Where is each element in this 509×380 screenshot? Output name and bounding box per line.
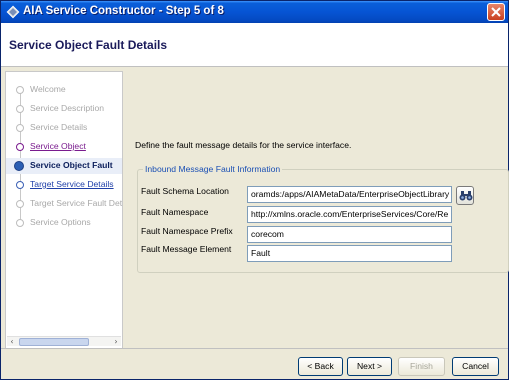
fault-namespace-prefix-field[interactable]: corecom — [247, 226, 452, 243]
scroll-left-icon[interactable]: ‹ — [7, 337, 17, 347]
step-item-target-service-details[interactable]: Target Service Details — [6, 177, 122, 193]
step-dot-icon — [16, 86, 24, 94]
next-button[interactable]: Next > — [347, 357, 392, 376]
step-dot-icon — [16, 124, 24, 132]
step-item-target-service-fault: Target Service Fault Det — [6, 196, 123, 212]
nav-horizontal-scrollbar[interactable]: ‹ › — [7, 336, 121, 346]
step-dot-icon — [16, 143, 24, 151]
browse-schema-button[interactable] — [456, 186, 474, 205]
step-dot-icon — [16, 105, 24, 113]
wizard-window: AIA Service Constructor - Step 5 of 8 Se… — [0, 0, 509, 380]
fault-namespace-prefix-label: Fault Namespace Prefix — [141, 226, 233, 236]
step-label[interactable]: Target Service Details — [30, 179, 114, 189]
fault-namespace-field[interactable]: http://xmlns.oracle.com/EnterpriseServic… — [247, 206, 452, 223]
fault-message-element-label: Fault Message Element — [141, 244, 232, 254]
finish-button[interactable]: Finish — [398, 357, 445, 376]
window-title: AIA Service Constructor - Step 5 of 8 — [23, 5, 224, 17]
group-title: Inbound Message Fault Information — [143, 164, 283, 174]
fault-namespace-label: Fault Namespace — [141, 207, 209, 217]
current-step-dot-icon — [14, 161, 24, 171]
step-item-service-details: Service Details — [6, 120, 122, 136]
step-item-service-object[interactable]: Service Object — [6, 139, 122, 155]
step-label[interactable]: Service Object — [30, 141, 86, 151]
step-dot-icon — [16, 219, 24, 227]
step-label: Service Options — [30, 217, 91, 227]
close-icon — [491, 7, 501, 17]
step-label: Target Service Fault Det — [30, 198, 123, 208]
step-description: Define the fault message details for the… — [135, 140, 352, 150]
binoculars-icon — [459, 191, 473, 201]
step-dot-icon — [16, 181, 24, 189]
fault-schema-location-field[interactable]: oramds:/apps/AIAMetaData/EnterpriseObjec… — [247, 186, 452, 203]
fault-schema-location-label: Fault Schema Location — [141, 186, 229, 196]
scroll-right-icon[interactable]: › — [111, 337, 121, 347]
step-item-welcome: Welcome — [6, 82, 122, 98]
scrollbar-thumb[interactable] — [19, 338, 89, 346]
wizard-header: Service Object Fault Details — [1, 23, 508, 67]
step-label: Service Description — [30, 103, 105, 113]
step-label: Service Details — [30, 122, 88, 132]
cancel-button[interactable]: Cancel — [452, 357, 499, 376]
step-label: Service Object Fault — [30, 160, 113, 170]
wizard-footer: < Back Next > Finish Cancel — [1, 348, 508, 379]
step-item-service-object-fault: Service Object Fault — [6, 158, 122, 174]
wizard-body: Welcome Service Description Service Deta… — [1, 68, 509, 351]
step-item-service-options: Service Options — [6, 215, 122, 231]
step-label: Welcome — [30, 84, 66, 94]
back-button[interactable]: < Back — [298, 357, 343, 376]
fault-message-element-field[interactable]: Fault — [247, 245, 452, 262]
page-title: Service Object Fault Details — [9, 38, 168, 52]
oracle-app-icon — [6, 5, 20, 19]
step-item-service-description: Service Description — [6, 101, 122, 117]
close-button[interactable] — [487, 3, 505, 21]
step-dot-icon — [16, 200, 24, 208]
title-bar[interactable]: AIA Service Constructor - Step 5 of 8 — [1, 1, 508, 23]
step-navigation-panel: Welcome Service Description Service Deta… — [5, 71, 123, 351]
